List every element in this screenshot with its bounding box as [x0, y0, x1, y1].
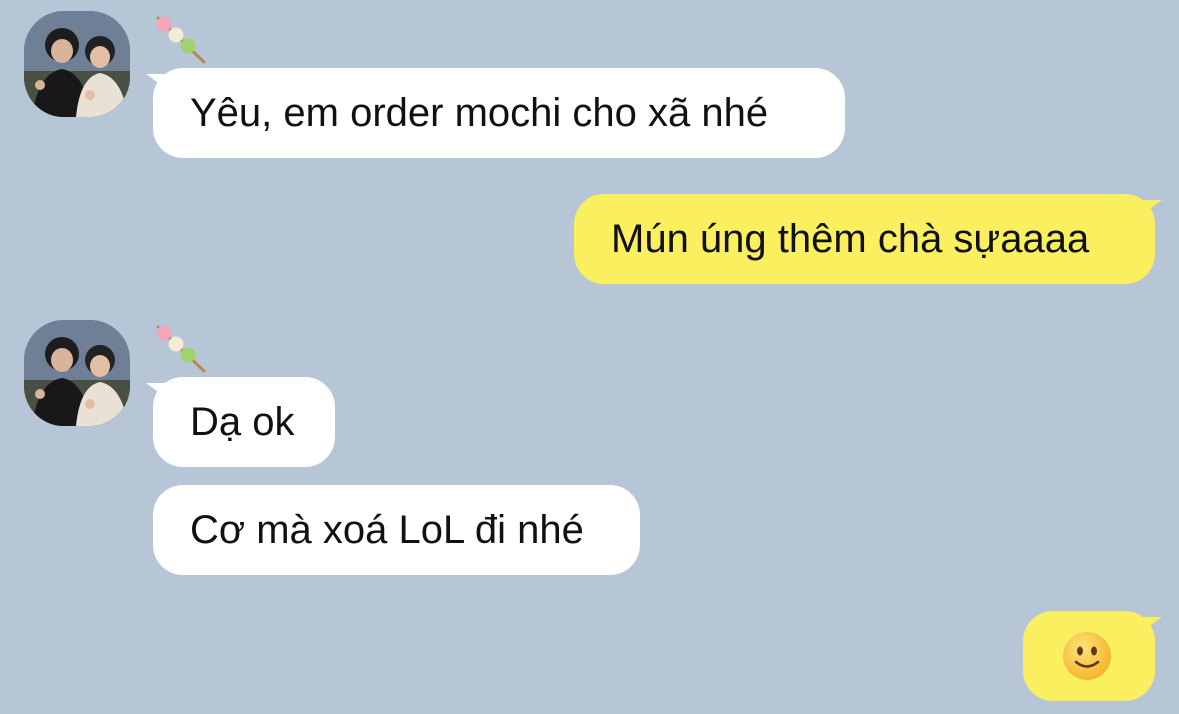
- message-text: Dạ ok: [190, 400, 295, 444]
- incoming-message[interactable]: Cơ mà xoá LoL đi nhé: [153, 485, 640, 575]
- message-text: Cơ mà xoá LoL đi nhé: [190, 508, 584, 552]
- sender-name-badge: [152, 323, 212, 375]
- couple-photo-avatar-icon: [24, 320, 130, 426]
- dango-icon: [156, 16, 206, 64]
- incoming-message[interactable]: Dạ ok: [153, 377, 335, 467]
- slightly-smiling-face-icon: [1063, 632, 1111, 680]
- bubble-tail: [1140, 200, 1162, 216]
- outgoing-message[interactable]: Mún úng thêm chà sựaaaa: [574, 194, 1155, 284]
- bubble-tail: [1140, 617, 1162, 633]
- sender-name-badge: [152, 14, 212, 66]
- outgoing-message[interactable]: [1023, 611, 1155, 701]
- incoming-message[interactable]: Yêu, em order mochi cho xã nhé: [153, 68, 845, 158]
- sender-avatar[interactable]: [24, 11, 130, 117]
- message-text: Mún úng thêm chà sựaaaa: [611, 217, 1090, 261]
- sender-avatar[interactable]: [24, 320, 130, 426]
- message-text: Yêu, em order mochi cho xã nhé: [190, 91, 769, 135]
- chat-view[interactable]: Yêu, em order mochi cho xã nhé Mún úng t…: [0, 0, 1179, 714]
- dango-icon: [156, 325, 206, 373]
- couple-photo-avatar-icon: [24, 11, 130, 117]
